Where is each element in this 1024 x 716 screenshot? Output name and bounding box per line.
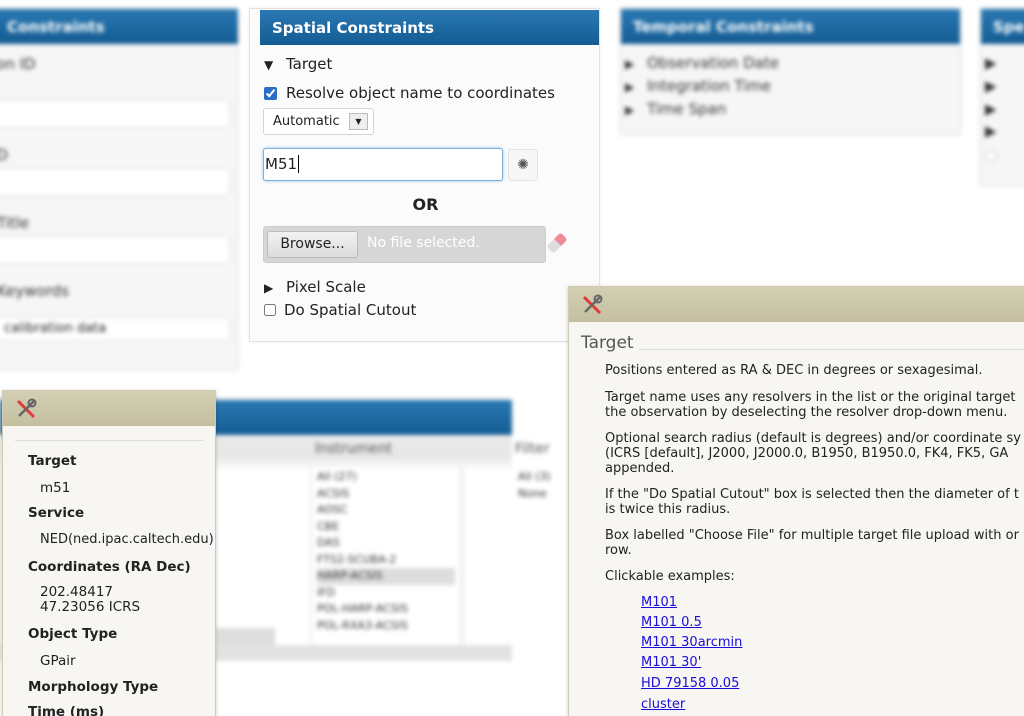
resolver-select[interactable]: Automatic ▼: [263, 108, 374, 135]
panel-header: Spatial Constraints: [260, 10, 599, 45]
panel-header: Temporal Constraints: [621, 9, 960, 44]
triangle-right-icon: ▶: [264, 281, 274, 295]
service-value: NED(ned.ipac.caltech.edu): [40, 532, 214, 547]
spinner-icon: ✺: [517, 157, 529, 173]
browse-button[interactable]: Browse...: [267, 231, 358, 258]
eraser-icon[interactable]: [546, 232, 568, 254]
resolve-label: Resolve object name to coordinates: [286, 84, 555, 102]
target-input-value: M51: [265, 155, 298, 173]
cutout-checkbox[interactable]: [264, 304, 276, 316]
observation-date-toggle[interactable]: ▶ Observation Date: [625, 54, 779, 72]
panel-header: Constraints: [0, 9, 238, 44]
tools-icon[interactable]: [581, 294, 603, 316]
help-paragraph: If the "Do Spatial Cutout" box is select…: [605, 487, 1019, 517]
field-label: Title: [0, 214, 30, 232]
keywords-select[interactable]: calibration data: [0, 317, 230, 341]
resolver-select-value: Automatic: [273, 114, 340, 129]
tools-icon[interactable]: [15, 398, 37, 420]
dialog-header[interactable]: [3, 391, 215, 426]
help-paragraph: Optional search radius (default is degre…: [605, 431, 1021, 476]
help-title: Target: [581, 333, 634, 353]
filter-list[interactable]: [465, 467, 569, 645]
target-help-dialog: Target Positions entered as RA & DEC in …: [568, 286, 1024, 716]
text-input[interactable]: [0, 236, 230, 264]
example-link[interactable]: M101: [641, 595, 677, 610]
spatial-constraints-panel: Spatial Constraints ▼ Target Resolve obje…: [249, 8, 600, 342]
dec-value: 47.23056 ICRS: [40, 599, 141, 615]
instrument-column-header: Instrument: [315, 441, 393, 457]
help-paragraph: Box labelled "Choose File" for multiple …: [605, 528, 1019, 558]
ra-value: 202.48417: [40, 584, 114, 600]
help-paragraph: Clickable examples:: [605, 569, 735, 584]
no-file-label: No file selected.: [367, 235, 480, 251]
field-label: Keywords: [0, 282, 69, 300]
help-paragraph: Positions entered as RA & DEC in degrees…: [605, 363, 983, 378]
coordinates-value: 202.48417 47.23056 ICRS: [40, 585, 140, 615]
target-label: Target: [28, 453, 77, 469]
example-link[interactable]: HD 79158 0.05: [641, 676, 739, 691]
resolve-spinner-button[interactable]: ✺: [508, 149, 538, 181]
time-span-toggle[interactable]: ▶ Time Span: [625, 100, 726, 118]
field-label: ion ID: [0, 55, 36, 73]
chevron-down-icon: ▼: [349, 113, 368, 130]
service-label: Service: [28, 505, 85, 521]
triangle-down-icon: ▼: [264, 58, 274, 72]
text-input[interactable]: [0, 168, 230, 196]
resolve-checkbox[interactable]: [264, 86, 277, 100]
cutout-label: Do Spatial Cutout: [284, 301, 417, 319]
target-label: Target: [286, 55, 333, 73]
or-label: OR: [412, 195, 439, 214]
integration-time-toggle[interactable]: ▶ Integration Time: [625, 77, 771, 95]
text-input[interactable]: [0, 100, 230, 128]
object-type-value: GPair: [40, 653, 76, 669]
resolver-info-dialog: Target m51 Service NED(ned.ipac.caltech.…: [2, 390, 216, 716]
object-type-label: Object Type: [28, 626, 118, 642]
example-link[interactable]: M101 30': [641, 655, 701, 670]
field-label: ID: [0, 146, 8, 164]
example-link[interactable]: M101 0.5: [641, 615, 702, 630]
example-link[interactable]: M101 30arcmin: [641, 635, 742, 650]
target-input[interactable]: M51: [263, 148, 503, 181]
help-paragraph: Target name uses any resolvers in the li…: [605, 390, 1016, 420]
instrument-list[interactable]: All (27) ACSIS AOSC CBE DAS FTS2-SCUBA-2 HARP-…: [313, 467, 459, 645]
pixel-scale-toggle[interactable]: ▶ Pixel Scale: [264, 278, 366, 296]
panel-header: Spe: [981, 9, 1024, 44]
file-upload[interactable]: Browse... No file selected.: [263, 226, 546, 263]
example-link[interactable]: cluster: [641, 697, 685, 712]
pixel-scale-label: Pixel Scale: [286, 278, 366, 296]
coordinates-label: Coordinates (RA Dec): [28, 559, 191, 575]
time-label: Time (ms): [28, 704, 105, 716]
target-toggle[interactable]: ▼ Target: [264, 55, 332, 73]
morphology-type-label: Morphology Type: [28, 679, 159, 695]
filter-list-items: All (3) None: [518, 470, 551, 500]
target-value: m51: [40, 480, 71, 496]
dialog-header[interactable]: [569, 287, 1024, 322]
filter-column-header: Filter: [515, 441, 550, 457]
